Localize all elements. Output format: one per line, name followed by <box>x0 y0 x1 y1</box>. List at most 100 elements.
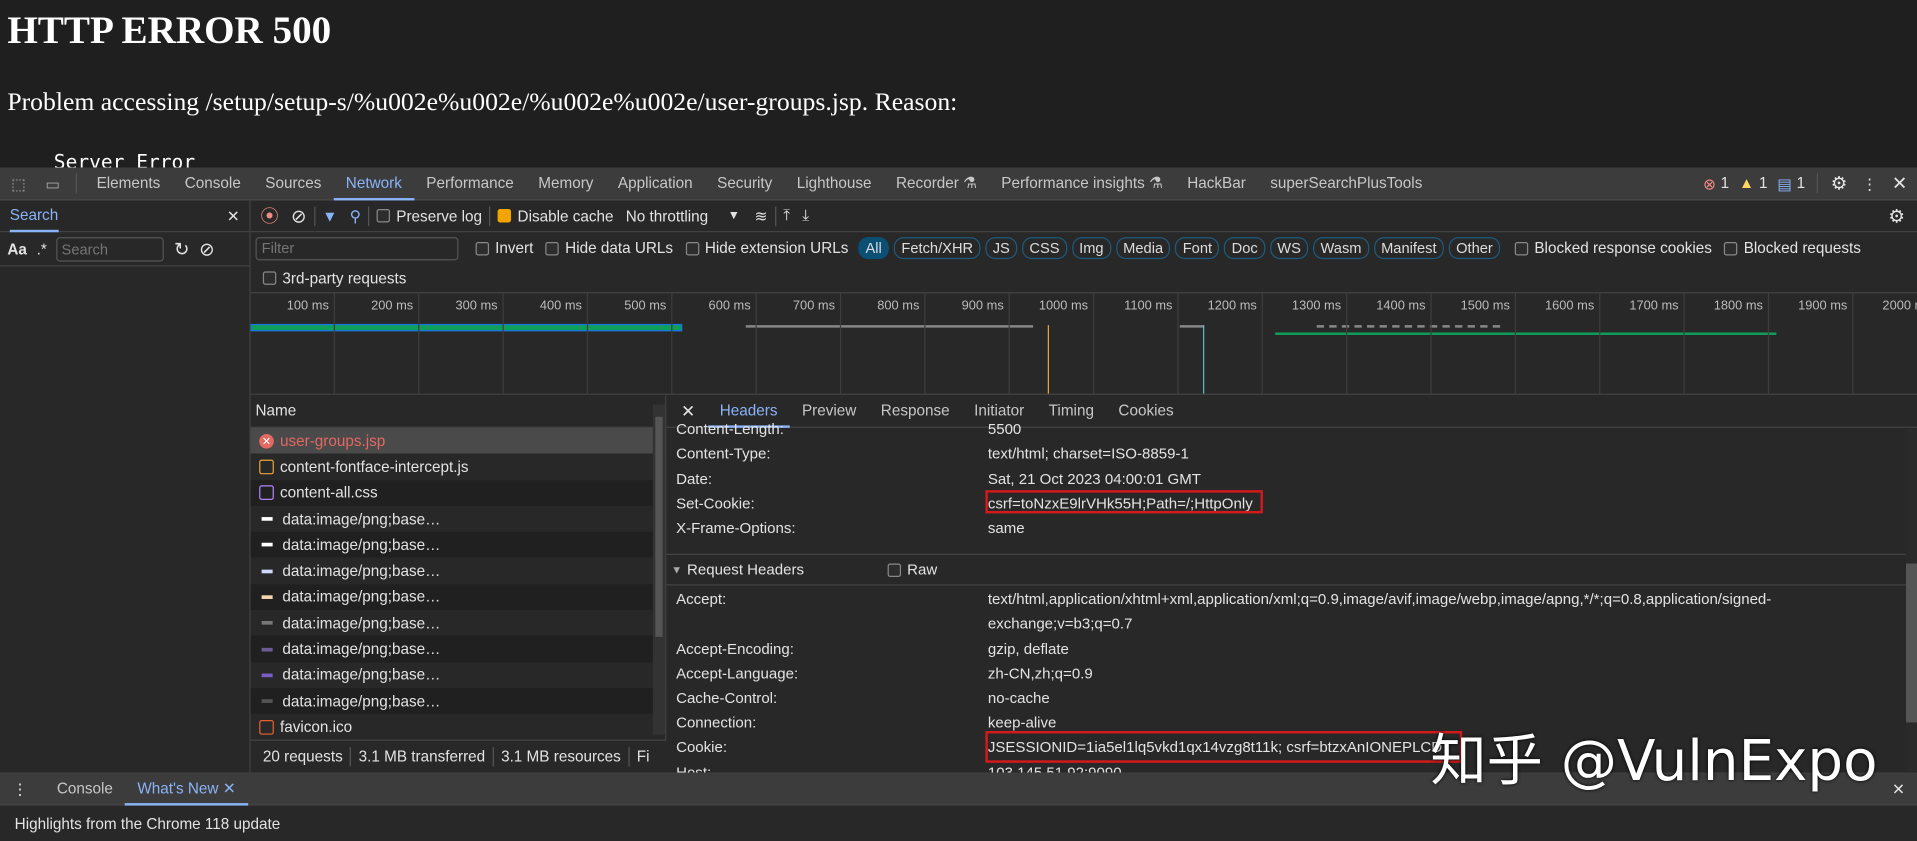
tab-console[interactable]: Console <box>173 167 254 200</box>
filter-type-other[interactable]: Other <box>1449 237 1500 259</box>
message-count-icon[interactable]: ▤ <box>1777 174 1791 192</box>
export-har-icon[interactable]: ⤓ <box>802 207 809 225</box>
refresh-icon[interactable]: ↻ <box>174 238 189 260</box>
import-har-icon[interactable]: ⤒ <box>783 207 790 225</box>
invert-checkbox[interactable] <box>476 241 489 254</box>
device-toolbar-icon[interactable]: ▭ <box>37 174 69 192</box>
more-menu-icon[interactable]: ⋮ <box>1862 174 1877 192</box>
drawer-tab-whats-new[interactable]: What's New ✕ <box>125 773 248 806</box>
tab-elements[interactable]: Elements <box>84 167 172 200</box>
image-icon <box>262 543 273 547</box>
filter-type-wasm[interactable]: Wasm <box>1313 237 1369 259</box>
drawer-tab-console[interactable]: Console <box>45 773 126 806</box>
request-row[interactable]: data:image/png;base… <box>251 688 665 714</box>
request-row[interactable]: content-fontface-intercept.js <box>251 454 665 480</box>
request-row[interactable]: data:image/png;base… <box>251 636 665 662</box>
filter-type-all[interactable]: All <box>858 237 889 259</box>
tab-lighthouse[interactable]: Lighthouse <box>785 167 884 200</box>
request-row[interactable]: ✕user-groups.jsp <box>251 428 665 454</box>
clear-icon[interactable]: ⊘ <box>199 238 214 260</box>
network-overview-timeline[interactable]: 100 ms200 ms300 ms400 ms500 ms600 ms700 … <box>251 293 1917 394</box>
close-drawer-icon[interactable]: ✕ <box>1892 780 1905 798</box>
tab-network[interactable]: Network <box>334 167 414 200</box>
header-name: Cache-Control: <box>676 689 777 706</box>
network-settings-gear-icon[interactable]: ⚙ <box>1888 205 1904 227</box>
request-row[interactable]: data:image/png;base… <box>251 558 665 584</box>
request-row[interactable]: content-all.css <box>251 480 665 506</box>
search-icon[interactable]: ⚲ <box>350 207 361 225</box>
third-party-checkbox[interactable] <box>263 271 276 284</box>
request-row[interactable]: favicon.ico <box>251 714 665 740</box>
tab-security[interactable]: Security <box>705 167 785 200</box>
tab-application[interactable]: Application <box>606 167 705 200</box>
settings-gear-icon[interactable]: ⚙ <box>1831 172 1847 194</box>
request-row[interactable]: data:image/png;base… <box>251 662 665 688</box>
timeline-gridline <box>587 293 588 393</box>
filter-icon[interactable]: ▼ <box>322 207 337 224</box>
filter-type-fetch-xhr[interactable]: Fetch/XHR <box>894 237 980 259</box>
tab-performance[interactable]: Performance <box>414 167 526 200</box>
transferred-size: 3.1 MB transferred <box>359 748 486 765</box>
record-stop-icon[interactable]: ⦿ <box>260 203 278 229</box>
network-conditions-icon[interactable]: ≋ <box>755 207 768 225</box>
tab-memory[interactable]: Memory <box>526 167 606 200</box>
close-devtools-icon[interactable]: ✕ <box>1892 172 1907 194</box>
warning-count-icon[interactable]: ▲ <box>1739 175 1754 192</box>
timeline-tick-label: 700 ms <box>779 298 835 313</box>
raw-checkbox[interactable] <box>888 563 901 576</box>
timeline-tick-label: 300 ms <box>441 298 497 313</box>
close-details-icon[interactable]: ✕ <box>681 400 695 421</box>
filter-type-media[interactable]: Media <box>1116 237 1171 259</box>
hide-data-urls-checkbox[interactable] <box>546 241 559 254</box>
details-tab-response[interactable]: Response <box>869 395 962 427</box>
request-row[interactable]: data:image/png;base… <box>251 584 665 610</box>
request-headers-title: Request Headers <box>687 561 804 578</box>
tab-hackbar[interactable]: HackBar <box>1175 167 1258 200</box>
error-count-icon[interactable]: ⊗ <box>1703 174 1716 192</box>
filter-type-css[interactable]: CSS <box>1022 237 1067 259</box>
disable-cache-checkbox[interactable] <box>498 209 511 222</box>
preserve-log-checkbox[interactable] <box>377 209 390 222</box>
search-input[interactable] <box>57 237 165 261</box>
filter-input[interactable] <box>256 237 459 260</box>
timeline-gridline <box>924 293 925 393</box>
raw-toggle[interactable]: Raw <box>888 557 938 581</box>
details-tab-preview[interactable]: Preview <box>790 395 869 427</box>
tab-recorder[interactable]: Recorder ⚗ <box>884 167 989 200</box>
blocked-cookies-checkbox[interactable] <box>1515 241 1528 254</box>
filter-type-ws[interactable]: WS <box>1270 237 1308 259</box>
chevron-down-icon[interactable]: ▼ <box>728 209 740 222</box>
filter-type-img[interactable]: Img <box>1072 237 1111 259</box>
blocked-requests-checkbox[interactable] <box>1724 241 1737 254</box>
tab-performance-insights[interactable]: Performance insights ⚗ <box>989 167 1175 200</box>
regex-button[interactable]: .* <box>37 240 47 257</box>
details-tab-cookies[interactable]: Cookies <box>1106 395 1186 427</box>
filter-type-doc[interactable]: Doc <box>1224 237 1265 259</box>
request-row[interactable]: data:image/png;base… <box>251 532 665 558</box>
drawer-menu-icon[interactable]: ⋮ <box>12 780 27 798</box>
tab-sources[interactable]: Sources <box>253 167 334 200</box>
inspect-element-icon[interactable]: ⬚ <box>0 174 37 192</box>
timeline-tick-label: 1000 ms <box>1032 298 1088 313</box>
match-case-button[interactable]: Aa <box>7 240 27 257</box>
close-tab-icon[interactable]: ✕ <box>223 780 236 797</box>
search-panel-title[interactable]: Search <box>10 200 58 232</box>
details-tab-timing[interactable]: Timing <box>1036 395 1106 427</box>
tab-supersearchplustools[interactable]: superSearchPlusTools <box>1258 167 1435 200</box>
collapse-triangle-icon[interactable]: ▼ <box>671 564 682 576</box>
request-list-scrollbar[interactable] <box>653 405 665 735</box>
close-search-icon[interactable]: ✕ <box>227 207 240 225</box>
filter-type-font[interactable]: Font <box>1175 237 1219 259</box>
clear-log-icon[interactable]: ⊘ <box>291 205 306 227</box>
blocked-requests-label: Blocked requests <box>1744 240 1861 257</box>
request-row[interactable]: data:image/png;base… <box>251 610 665 636</box>
header-value: Sat, 21 Oct 2023 04:00:01 GMT <box>988 470 1201 487</box>
details-scrollbar[interactable] <box>1906 429 1917 771</box>
hide-extension-urls-checkbox[interactable] <box>685 241 698 254</box>
request-row[interactable]: data:image/png;base… <box>251 506 665 532</box>
throttling-select[interactable]: No throttling <box>626 207 708 224</box>
filter-type-js[interactable]: JS <box>985 237 1017 259</box>
name-column-header[interactable]: Name <box>256 402 297 419</box>
request-headers-section[interactable]: ▼ Request Headers <box>671 557 804 581</box>
filter-type-manifest[interactable]: Manifest <box>1374 237 1444 259</box>
